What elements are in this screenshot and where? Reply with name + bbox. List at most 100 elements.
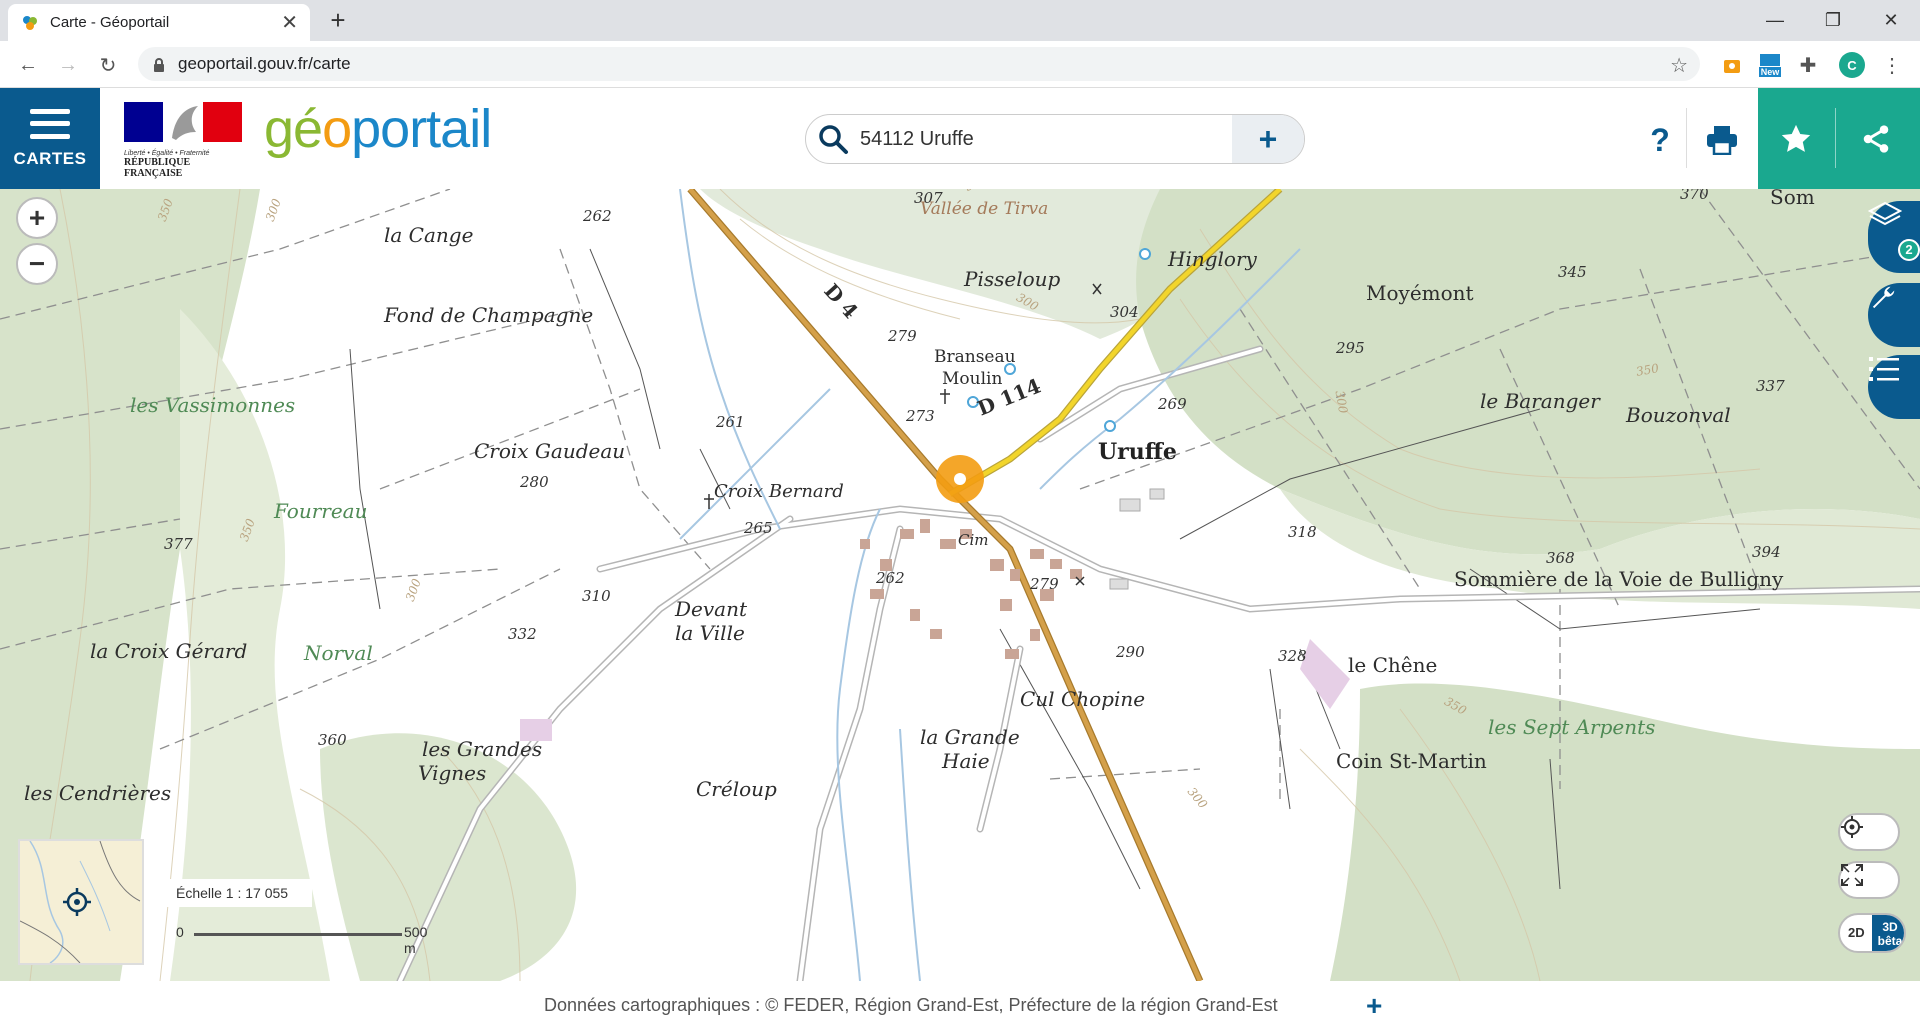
geoportail-logo[interactable]: géoportail xyxy=(264,98,492,160)
layers-tab[interactable]: 2 xyxy=(1868,201,1920,273)
altitude-label: 360 xyxy=(318,731,347,749)
layers-icon xyxy=(1868,201,1902,226)
search-input[interactable]: 54112 Uruffe xyxy=(860,128,1232,151)
teal-divider xyxy=(1835,108,1836,168)
favorites-star-icon[interactable] xyxy=(1758,88,1834,189)
altitude-label: 290 xyxy=(1116,643,1145,661)
altitude-label: 262 xyxy=(876,569,905,587)
place-label: les Grandes xyxy=(422,737,543,761)
altitude-label: 328 xyxy=(1278,647,1307,665)
browser-toolbar: ← → ↻ geoportail.gouv.fr/carte ☆ New ✚ C… xyxy=(0,41,1920,88)
altitude-label: 377 xyxy=(164,535,193,553)
place-label: Devant xyxy=(675,597,748,621)
zoom-in-button[interactable]: + xyxy=(16,197,58,239)
tab-title: Carte - Géoportail xyxy=(50,14,170,31)
place-label: Hinglory xyxy=(1168,247,1257,271)
place-label: les Cendrières xyxy=(24,781,172,805)
3d-button[interactable]: 3D bêta xyxy=(1872,915,1904,951)
place-label: Moyémont xyxy=(1366,281,1474,305)
crosshair-icon xyxy=(1841,816,1863,838)
minimize-icon[interactable]: — xyxy=(1746,0,1804,41)
geolocate-button[interactable] xyxy=(1838,813,1900,851)
scale-line xyxy=(194,933,402,936)
search-box[interactable]: 54112 Uruffe + xyxy=(805,114,1305,164)
scale-label: Échelle 1 : 17 055 xyxy=(162,879,312,907)
extensions-puzzle-icon[interactable]: ✚ xyxy=(1794,51,1822,79)
place-label: Bouzonval xyxy=(1626,403,1731,427)
cartes-menu-button[interactable]: CARTES xyxy=(0,88,100,189)
fullscreen-button[interactable] xyxy=(1838,861,1900,899)
place-label: Croix Bernard xyxy=(714,481,844,502)
place-label: Fond de Champagne xyxy=(384,303,594,327)
help-button[interactable]: ? xyxy=(1630,110,1690,170)
extension-new-icon[interactable]: New xyxy=(1756,51,1784,79)
forest-northeast xyxy=(1136,189,1920,555)
altitude-label: 307 xyxy=(914,189,943,207)
profile-avatar[interactable]: C xyxy=(1838,51,1866,79)
layer-count-badge: 2 xyxy=(1898,239,1920,261)
altitude-label: 261 xyxy=(716,413,745,431)
profile-initial: C xyxy=(1839,52,1865,78)
scale-distance: 500 m xyxy=(404,924,428,956)
altitude-label: 295 xyxy=(1336,339,1365,357)
republique-francaise-logo[interactable]: Liberté • Égalité • Fraternité RÉPUBLIQU… xyxy=(124,102,242,179)
lock-icon xyxy=(152,57,166,72)
beta-label: bêta xyxy=(1877,934,1903,948)
extension-shop-icon[interactable] xyxy=(1718,51,1746,79)
advanced-search-plus-icon[interactable]: + xyxy=(1232,115,1304,163)
place-label: Sommière de la Voie de Bulligny xyxy=(1454,567,1784,591)
place-label: Norval xyxy=(304,641,373,665)
overview-map[interactable] xyxy=(18,839,144,965)
geoportail-favicon-icon xyxy=(20,13,40,33)
altitude-label: 345 xyxy=(1558,263,1587,281)
attribution-bar: Données cartographiques : © FEDER, Régio… xyxy=(0,981,1920,1030)
altitude-label: 262 xyxy=(583,207,612,225)
restore-icon[interactable]: ❐ xyxy=(1804,0,1862,41)
new-tab-button[interactable]: + xyxy=(322,4,354,36)
place-label: Coin St-Martin xyxy=(1336,749,1487,773)
address-bar[interactable]: geoportail.gouv.fr/carte ☆ xyxy=(138,47,1700,81)
altitude-label: 280 xyxy=(520,473,549,491)
place-label: Uruffe xyxy=(1098,439,1177,465)
place-label: Haie xyxy=(942,749,990,773)
place-label: le Baranger xyxy=(1480,389,1600,413)
parcel-pink-2 xyxy=(1300,639,1350,709)
place-label: Vignes xyxy=(418,761,487,785)
altitude-label: 269 xyxy=(1158,395,1187,413)
place-label: Som xyxy=(1770,189,1815,209)
close-window-icon[interactable]: ✕ xyxy=(1862,0,1920,41)
scale-zero: 0 xyxy=(176,924,184,940)
altitude-label: 337 xyxy=(1756,377,1785,395)
url-text: geoportail.gouv.fr/carte xyxy=(178,54,351,73)
3d-label: 3D xyxy=(1882,920,1898,934)
place-label: Pisseloup xyxy=(964,267,1061,291)
view-2d-3d-toggle[interactable]: 2D 3D bêta xyxy=(1838,913,1906,953)
place-label: la Ville xyxy=(675,621,745,645)
map-view[interactable]: la Cange Fond de Champagne les Vassimonn… xyxy=(0,189,1920,981)
print-icon[interactable] xyxy=(1692,110,1752,170)
browser-tab[interactable]: Carte - Géoportail ✕ xyxy=(8,4,310,41)
place-label: Branseau xyxy=(934,347,1016,367)
tab-close-icon[interactable]: ✕ xyxy=(281,10,298,35)
browser-menu-icon[interactable]: ⋮ xyxy=(1878,51,1906,79)
attribution-expand-icon[interactable]: + xyxy=(1366,990,1382,1022)
devise-text: Liberté • Égalité • Fraternité xyxy=(124,150,210,157)
forward-icon[interactable]: → xyxy=(52,49,84,81)
attribution-text: Données cartographiques : © FEDER, Régio… xyxy=(544,995,1278,1015)
altitude-label: 265 xyxy=(744,519,773,537)
2d-label: 2D xyxy=(1848,925,1865,940)
place-label: Moulin xyxy=(942,369,1003,389)
bookmark-star-icon[interactable]: ☆ xyxy=(1670,53,1688,78)
zoom-out-button[interactable]: − xyxy=(16,243,58,285)
altitude-label: 318 xyxy=(1288,523,1317,541)
header-divider xyxy=(1686,108,1687,168)
share-icon[interactable] xyxy=(1838,88,1914,189)
republique-text: RÉPUBLIQUE FRANÇAISE xyxy=(124,157,191,179)
hamburger-icon xyxy=(30,108,70,139)
back-icon[interactable]: ← xyxy=(12,49,44,81)
altitude-label: 310 xyxy=(582,587,611,605)
search-icon[interactable] xyxy=(806,115,860,163)
place-label: Croix Gaudeau xyxy=(474,439,626,463)
fullscreen-icon xyxy=(1841,864,1863,886)
reload-icon[interactable]: ↻ xyxy=(92,49,124,81)
